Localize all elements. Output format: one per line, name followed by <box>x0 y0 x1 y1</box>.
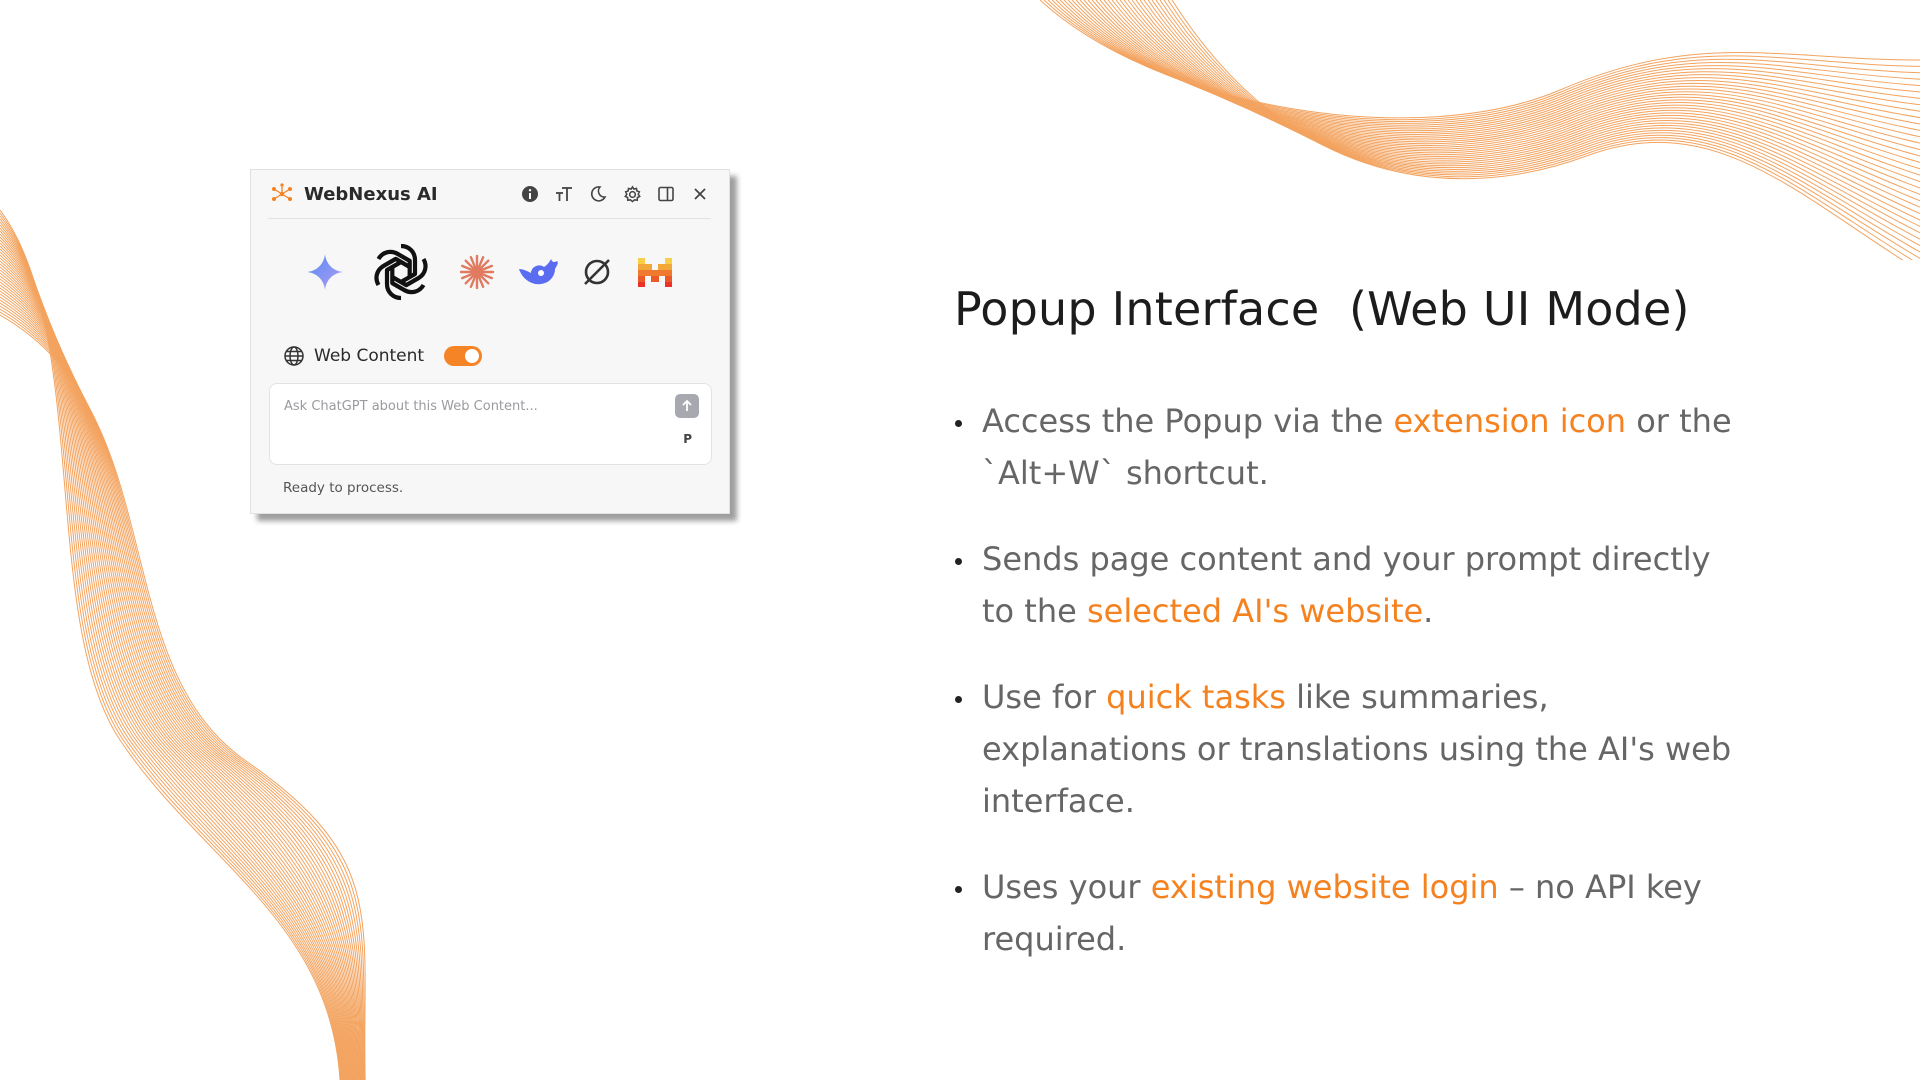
wave-line <box>1143 0 1920 227</box>
prompt-box: P <box>269 383 712 465</box>
wave-line <box>1059 0 1920 128</box>
webnexus-logo-icon <box>272 183 292 201</box>
header-toolbar <box>519 183 711 205</box>
highlight-text: selected AI's website <box>1086 592 1424 630</box>
wave-line <box>1095 0 1920 151</box>
wave-line <box>1111 0 1920 176</box>
web-content-row: Web Content <box>283 342 483 370</box>
info-icon[interactable] <box>519 183 541 205</box>
send-button[interactable] <box>675 394 699 418</box>
wave-line <box>1043 0 1920 121</box>
wave-line <box>1127 0 1920 202</box>
slide-title: Popup Interface (Web UI Mode) <box>954 282 1690 336</box>
wave-line <box>1091 0 1920 144</box>
web-content-label: Web Content <box>314 346 425 366</box>
toggle-knob <box>465 349 480 363</box>
wave-line <box>1051 0 1920 124</box>
gear-icon[interactable] <box>621 183 643 205</box>
app-title: WebNexus AI <box>304 183 438 205</box>
decorative-wave-lines-top-right <box>1039 0 1920 260</box>
claude-icon[interactable] <box>457 252 497 292</box>
wave-line <box>1163 0 1920 259</box>
popup-window: WebNexus AI Web Content Ask ChatGPT abou… <box>250 169 730 514</box>
highlight-text: extension icon <box>1393 402 1627 440</box>
highlight-text: existing website login <box>1150 868 1499 906</box>
moon-icon[interactable] <box>587 183 609 205</box>
status-text: Ready to process. <box>283 480 404 496</box>
deepseek-icon[interactable] <box>517 255 559 289</box>
wave-line <box>1155 0 1920 247</box>
popup-header: WebNexus AI <box>268 170 711 219</box>
bullet-list: Access the Popup via the extension icon … <box>955 395 1745 999</box>
wave-line <box>1103 0 1920 163</box>
grok-icon[interactable] <box>579 254 615 290</box>
web-content-toggle[interactable] <box>444 346 483 366</box>
wave-line <box>1151 0 1920 240</box>
wave-line <box>1047 0 1920 122</box>
wave-line <box>1135 0 1920 215</box>
bullet-text: Use for <box>982 678 1107 716</box>
wave-line <box>1115 0 1920 183</box>
wave-line <box>1139 0 1920 221</box>
ai-model-selector <box>251 232 729 312</box>
chatgpt-icon[interactable] <box>365 236 437 308</box>
bullet-text: Uses your <box>982 868 1151 906</box>
bullet-item: Use for quick tasks like summaries, expl… <box>955 671 1745 827</box>
wave-line <box>1159 0 1920 253</box>
wave-line <box>1131 0 1920 208</box>
wave-line <box>1055 0 1920 126</box>
prompt-input[interactable] <box>282 394 656 418</box>
prompt-marker: P <box>683 432 692 446</box>
wave-line <box>1171 0 1904 260</box>
bullet-text: . <box>1423 592 1434 630</box>
wave-line <box>1167 0 1914 260</box>
wave-line <box>1119 0 1920 189</box>
wave-line <box>1099 0 1920 157</box>
wave-line <box>1067 0 1920 132</box>
wave-line <box>1075 0 1920 135</box>
wave-line <box>1123 0 1920 195</box>
wave-line <box>1107 0 1920 170</box>
text-size-icon[interactable] <box>553 183 575 205</box>
close-icon[interactable] <box>689 183 711 205</box>
wave-line <box>1147 0 1920 234</box>
globe-icon <box>284 346 304 366</box>
arrow-up-icon <box>682 399 692 411</box>
bullet-text: Access the Popup via the <box>982 402 1394 440</box>
wave-line <box>1063 0 1920 130</box>
gemini-icon[interactable] <box>305 252 345 292</box>
wave-line <box>1083 0 1920 139</box>
wave-line <box>1039 0 1920 119</box>
wave-line <box>1071 0 1920 134</box>
bullet-item: Uses your existing website login – no AP… <box>955 861 1745 965</box>
bullet-item: Access the Popup via the extension icon … <box>955 395 1745 499</box>
sidebar-icon[interactable] <box>655 183 677 205</box>
wave-line <box>1087 0 1920 141</box>
wave-line <box>1079 0 1920 137</box>
highlight-text: quick tasks <box>1106 678 1286 716</box>
bullet-item: Sends page content and your prompt direc… <box>955 533 1745 637</box>
mistral-icon[interactable] <box>635 255 675 289</box>
